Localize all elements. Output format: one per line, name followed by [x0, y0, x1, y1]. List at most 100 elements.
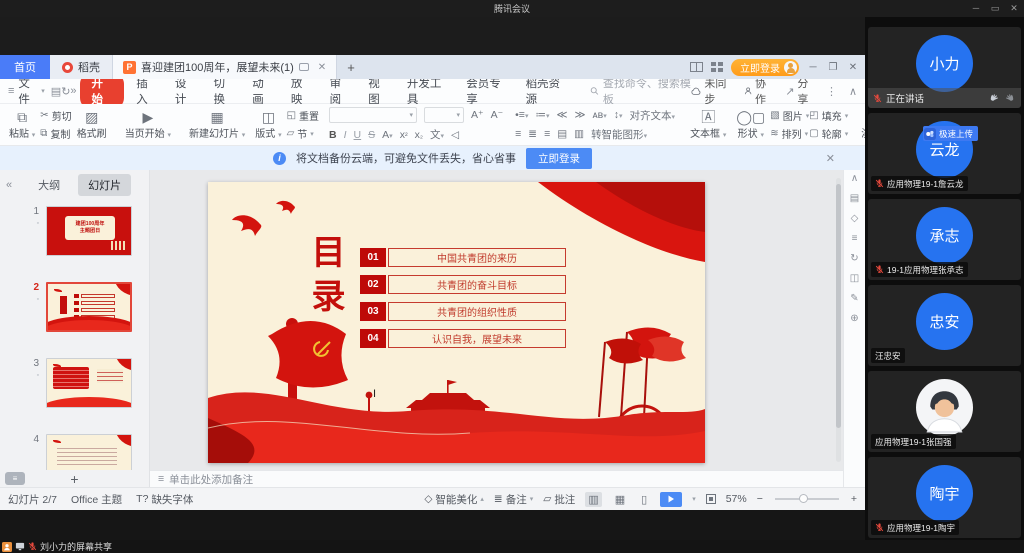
- clear-format-button[interactable]: ◁: [451, 129, 459, 141]
- slide-canvas[interactable]: 目录 01 中国共青团的来历 02 共青团的奋斗目标: [150, 170, 843, 470]
- close-icon[interactable]: ✕: [1009, 4, 1019, 13]
- notes-bar[interactable]: ≡ 单击此处添加备注: [150, 470, 843, 487]
- align-left-icon[interactable]: ≡: [515, 128, 521, 140]
- justify-icon[interactable]: ▤: [557, 128, 567, 140]
- italic-button[interactable]: I: [344, 129, 347, 141]
- fill-button[interactable]: ◰填充▾: [809, 108, 848, 123]
- font-size-select[interactable]: ▾: [424, 107, 464, 123]
- wave-hand-icon[interactable]: [988, 92, 1001, 105]
- thumbnail-4[interactable]: [46, 434, 132, 470]
- thumbnail-view-button[interactable]: ≡: [5, 472, 25, 485]
- wps-close-icon[interactable]: ✕: [847, 62, 859, 73]
- current-slide[interactable]: 目录 01 中国共青团的来历 02 共青团的奋斗目标: [208, 182, 705, 463]
- sorter-view-button[interactable]: ▦: [612, 492, 628, 507]
- bold-button[interactable]: B: [329, 129, 337, 141]
- zoom-out-button[interactable]: −: [757, 493, 763, 505]
- effects-panel-icon[interactable]: ◇: [851, 213, 859, 224]
- participant-tile[interactable]: 小力 正在讲话: [868, 27, 1021, 108]
- zoom-in-button[interactable]: +: [851, 493, 857, 505]
- toc-item-3[interactable]: 03 共青团的组织性质: [360, 302, 566, 321]
- copy-button[interactable]: ⧉复制: [40, 126, 71, 141]
- login-button[interactable]: 立即登录: [731, 59, 799, 76]
- numbered-list-button[interactable]: ≔▾: [535, 109, 549, 121]
- command-search[interactable]: 查找命令、搜索模板: [590, 75, 692, 107]
- new-slide-button[interactable]: ▦ 新建幻灯片 ▾: [184, 105, 250, 144]
- superscript-button[interactable]: x²: [400, 129, 408, 141]
- close-tab-icon[interactable]: ✕: [318, 62, 326, 73]
- slide-layout-button[interactable]: ◫ 版式 ▾: [250, 105, 286, 144]
- smart-beautify-button[interactable]: ◇ 智能美化 ▴: [424, 492, 484, 507]
- collapse-ribbon-icon[interactable]: ∧: [849, 85, 857, 98]
- increase-font-button[interactable]: A⁺: [471, 109, 484, 121]
- add-slide-button[interactable]: +: [70, 472, 78, 486]
- font-family-select[interactable]: ▾: [329, 107, 417, 123]
- applause-hand-icon[interactable]: [1003, 92, 1016, 105]
- slide-thumb-1[interactable]: 1▫ 建团100周年 主题团日: [0, 206, 149, 256]
- smart-graphic-button[interactable]: 转智能图形▾: [591, 127, 647, 142]
- menu-tab-slideshow[interactable]: 放映: [282, 75, 321, 107]
- reading-view-button[interactable]: ▯: [638, 492, 650, 507]
- line-spacing-button[interactable]: ↕▾: [614, 109, 623, 121]
- format-painter-button[interactable]: ▨ 格式刷: [72, 105, 112, 144]
- tab-slides[interactable]: 幻灯片: [78, 174, 131, 196]
- toc-item-1[interactable]: 01 中国共青团的来历: [360, 248, 566, 267]
- missing-font-warning[interactable]: T? 缺失字体: [136, 492, 193, 507]
- tab-outline[interactable]: 大纲: [28, 174, 70, 196]
- align-right-icon[interactable]: ≡: [544, 128, 550, 140]
- zoom-slider[interactable]: [775, 498, 839, 500]
- section-button[interactable]: ▱节▾: [287, 126, 319, 141]
- menu-tab-member[interactable]: 会员专享: [457, 75, 516, 107]
- participant-tile[interactable]: 极速上传 云龙 应用物理19-1詹云龙: [868, 113, 1021, 194]
- wps-minimize-icon[interactable]: ─: [807, 62, 819, 73]
- slideshow-play-button[interactable]: [660, 492, 682, 507]
- participant-tile[interactable]: 忠安 汪忠安: [868, 285, 1021, 366]
- collapse-sidebar-icon[interactable]: ∧: [851, 173, 858, 184]
- cut-button[interactable]: ✂剪切: [40, 108, 71, 123]
- thumbnail-2[interactable]: [46, 282, 132, 332]
- properties-panel-icon[interactable]: ▤: [850, 193, 859, 204]
- split-view-icon[interactable]: [690, 62, 703, 72]
- toc-item-2[interactable]: 02 共青团的奋斗目标: [360, 275, 566, 294]
- font-color-button[interactable]: A▾: [382, 129, 393, 141]
- present-button[interactable]: ▭ 演示: [856, 105, 865, 144]
- align-text-button[interactable]: 对齐文本▾: [630, 108, 676, 123]
- text-direction-button[interactable]: ᴀʙ▾: [592, 109, 606, 121]
- tab-home[interactable]: 首页: [0, 55, 50, 79]
- outline-panel-icon[interactable]: ≡: [852, 233, 858, 244]
- slide-thumb-4[interactable]: 4: [0, 434, 149, 470]
- new-tab-button[interactable]: +: [337, 55, 365, 79]
- toc-item-4[interactable]: 04 认识自我，展望未来: [360, 329, 566, 348]
- menu-tab-animation[interactable]: 动画: [243, 75, 282, 107]
- slide-thumb-3[interactable]: 3▫: [0, 358, 149, 408]
- play-from-current-button[interactable]: ▶ 当页开始 ▾: [120, 105, 176, 144]
- strikethrough-button[interactable]: S: [368, 129, 375, 141]
- more-commands-icon[interactable]: »: [70, 85, 76, 97]
- participant-tile[interactable]: 应用物理19-1张国强: [868, 371, 1021, 452]
- increase-indent-button[interactable]: ≫: [574, 109, 585, 121]
- outline-button[interactable]: ▢轮廓▾: [809, 126, 848, 141]
- tab-docer[interactable]: 稻壳: [50, 55, 112, 79]
- layout-panel-icon[interactable]: ◫: [850, 273, 859, 284]
- underline-button[interactable]: U: [354, 129, 362, 141]
- minimize-icon[interactable]: ─: [971, 4, 981, 13]
- subscript-button[interactable]: x₂: [415, 129, 423, 141]
- tab-document[interactable]: P 喜迎建团100周年，展望未来(1) ✕: [112, 55, 337, 79]
- wps-restore-icon[interactable]: ❐: [827, 62, 839, 73]
- refresh-panel-icon[interactable]: ↻: [850, 253, 858, 264]
- thumbnail-1[interactable]: 建团100周年 主题团日: [46, 206, 132, 256]
- menu-tab-transition[interactable]: 切换: [205, 75, 244, 107]
- collapse-panel-icon[interactable]: «: [6, 179, 12, 191]
- arrange-button[interactable]: ≋排列▾: [770, 126, 809, 141]
- fit-window-button[interactable]: [706, 494, 716, 504]
- notification-login-button[interactable]: 立即登录: [526, 148, 592, 169]
- distribute-icon[interactable]: ▥: [574, 128, 584, 140]
- menu-tab-view[interactable]: 视图: [359, 75, 398, 107]
- menu-tab-review[interactable]: 审阅: [321, 75, 360, 107]
- add-panel-icon[interactable]: ⊕: [850, 313, 858, 324]
- zoom-percent[interactable]: 57%: [726, 493, 747, 505]
- maximize-icon[interactable]: ▭: [990, 4, 1000, 13]
- menu-tab-docer-res[interactable]: 稻壳资源: [517, 75, 576, 107]
- save-icon[interactable]: ▤: [51, 85, 61, 98]
- picture-button[interactable]: ▧图片▾: [770, 108, 809, 123]
- align-center-icon[interactable]: ≣: [528, 128, 537, 140]
